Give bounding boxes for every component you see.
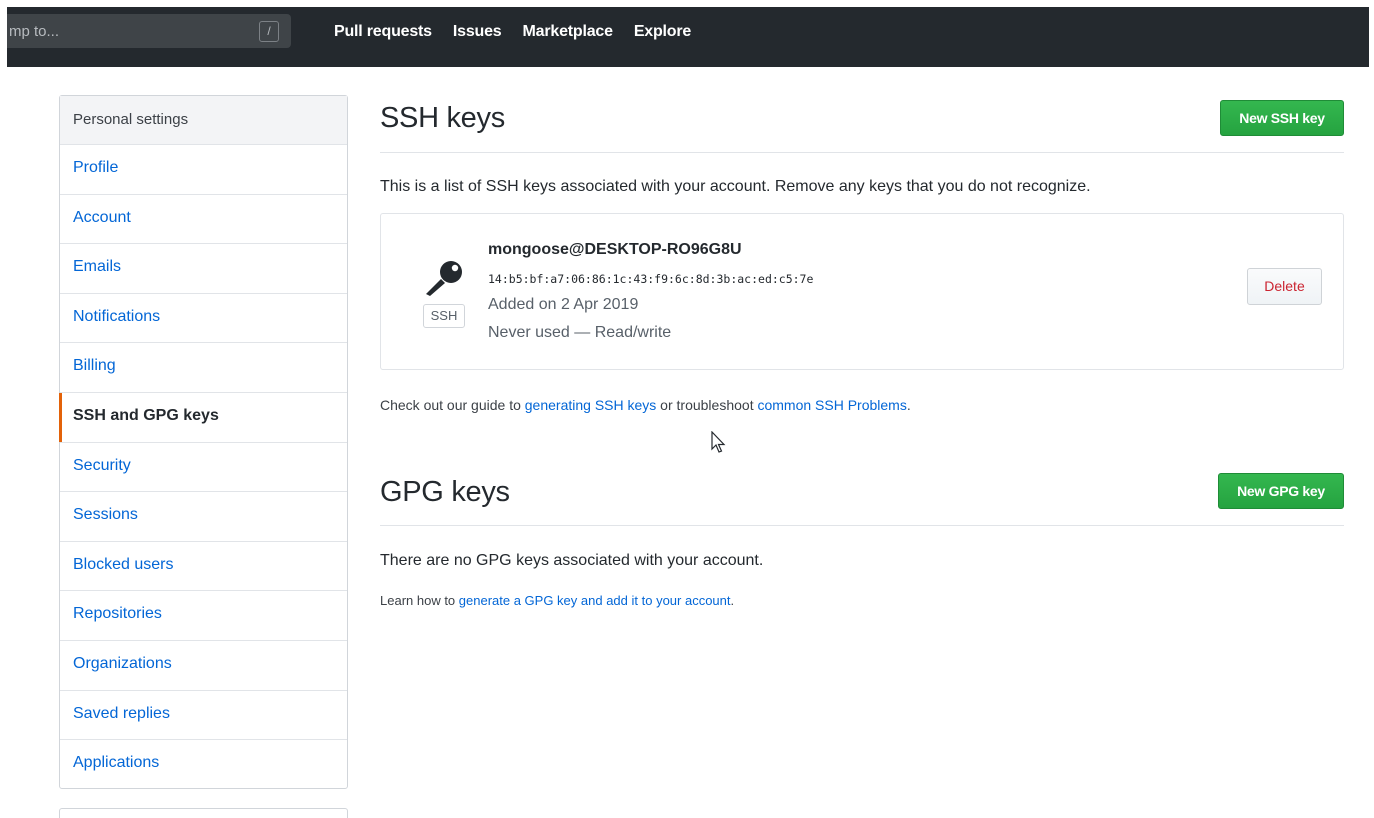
- new-gpg-key-button[interactable]: New GPG key: [1218, 473, 1344, 509]
- ssh-key-usage: Never used — Read/write: [488, 324, 672, 341]
- sidebar-item-saved-replies[interactable]: Saved replies: [60, 691, 347, 741]
- sidebar-item-ssh-gpg-keys[interactable]: SSH and GPG keys: [59, 392, 347, 443]
- new-ssh-key-button[interactable]: New SSH key: [1220, 100, 1344, 136]
- guide-middle: or troubleshoot: [656, 397, 758, 413]
- top-nav-bar: / Pull requests Issues Marketplace Explo…: [7, 7, 1369, 67]
- common-ssh-problems-link[interactable]: common SSH Problems: [757, 397, 906, 413]
- ssh-key-title: mongoose@DESKTOP-RO96G8U: [488, 241, 742, 258]
- ssh-key-added-date: Added on 2 Apr 2019: [488, 296, 639, 313]
- sidebar-item-billing[interactable]: Billing: [60, 343, 347, 393]
- generate-gpg-key-link[interactable]: generate a GPG key and add it to your ac…: [459, 593, 731, 608]
- ssh-key-fingerprint: 14:b5:bf:a7:06:86:1c:43:f9:6c:8d:3b:ac:e…: [488, 272, 814, 286]
- ssh-keys-heading: SSH keys: [380, 102, 505, 134]
- sidebar-item-profile[interactable]: Profile: [60, 145, 347, 195]
- sidebar-item-emails[interactable]: Emails: [60, 244, 347, 294]
- guide-suffix: .: [906, 397, 911, 413]
- ssh-description: This is a list of SSH keys associated wi…: [380, 178, 1091, 195]
- slash-shortcut-hint: /: [259, 21, 279, 42]
- nav-marketplace[interactable]: Marketplace: [523, 23, 613, 41]
- key-icon: [426, 261, 462, 296]
- sidebar-item-organizations[interactable]: Organizations: [60, 641, 347, 691]
- sidebar-item-account[interactable]: Account: [60, 195, 347, 245]
- sidebar-item-blocked-users[interactable]: Blocked users: [60, 542, 347, 592]
- search-input[interactable]: [7, 14, 247, 48]
- settings-sidebar: Personal settings Profile Account Emails…: [59, 95, 348, 789]
- ssh-badge: SSH: [423, 304, 465, 328]
- no-gpg-keys-text: There are no GPG keys associated with yo…: [380, 552, 764, 569]
- sidebar-item-repositories[interactable]: Repositories: [60, 591, 347, 641]
- sidebar-item-sessions[interactable]: Sessions: [60, 492, 347, 542]
- learn-suffix: .: [730, 593, 735, 608]
- gpg-learn-text: Learn how to generate a GPG key and add …: [380, 593, 734, 608]
- learn-prefix: Learn how to: [380, 593, 459, 608]
- mouse-cursor-icon: [711, 431, 726, 453]
- nav-pull-requests[interactable]: Pull requests: [334, 23, 432, 41]
- secondary-sidebar-box: [59, 808, 348, 818]
- search-box[interactable]: /: [7, 14, 291, 48]
- nav-explore[interactable]: Explore: [634, 23, 691, 41]
- ssh-heading-divider: [380, 152, 1344, 153]
- delete-ssh-key-button[interactable]: Delete: [1247, 268, 1322, 305]
- nav-issues[interactable]: Issues: [453, 23, 502, 41]
- ssh-key-item: [380, 213, 1344, 370]
- sidebar-header: Personal settings: [60, 96, 347, 145]
- sidebar-item-security[interactable]: Security: [60, 443, 347, 493]
- ssh-guide-text: Check out our guide to generating SSH ke…: [380, 397, 911, 413]
- sidebar-item-notifications[interactable]: Notifications: [60, 294, 347, 344]
- gpg-heading-divider: [380, 525, 1344, 526]
- gpg-keys-heading: GPG keys: [380, 476, 510, 508]
- guide-prefix: Check out our guide to: [380, 397, 525, 413]
- generating-ssh-keys-link[interactable]: generating SSH keys: [525, 397, 657, 413]
- nav-links: Pull requests Issues Marketplace Explore: [334, 23, 691, 41]
- sidebar-item-applications[interactable]: Applications: [60, 740, 347, 790]
